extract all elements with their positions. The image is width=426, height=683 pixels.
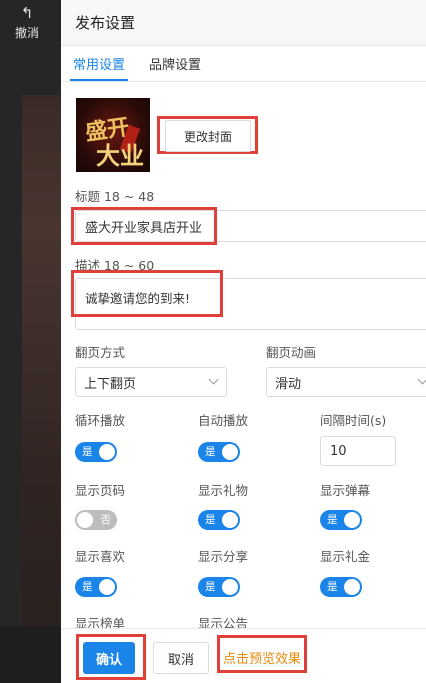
toggle-knob [344, 512, 360, 528]
change-cover-button[interactable]: 更改封面 [165, 120, 251, 152]
toggle-knob [222, 579, 238, 595]
page-anim-label: 翻页动画 [266, 345, 317, 360]
chevron-down-icon [417, 374, 426, 385]
show-share-toggle[interactable]: 是 [198, 577, 240, 597]
show-giftmoney-label: 显示礼金 [320, 549, 371, 564]
toggle-text: 是 [205, 581, 216, 593]
undo-arrow-icon: ↰ [20, 4, 34, 22]
settings-content: 盛开 大业 更改封面 标题 18 ~ 48 盛大开业家具店开业 描述 18 ~ … [71, 90, 426, 631]
confirm-button[interactable]: 确认 [83, 642, 135, 674]
page-turn-value: 上下翻页 [84, 376, 137, 392]
show-danmaku-toggle[interactable]: 是 [320, 510, 362, 530]
toggle-knob [222, 444, 238, 460]
left-sidebar: ↰ 撤消 [0, 0, 61, 683]
toggle-text: 是 [205, 446, 216, 458]
chevron-down-icon [208, 374, 219, 385]
show-gift-label: 显示礼物 [198, 483, 249, 498]
toggle-knob [99, 579, 115, 595]
panel-title: 发布设置 [75, 14, 136, 32]
show-like-label: 显示喜欢 [75, 549, 126, 564]
undo-button[interactable]: ↰ 撤消 [0, 6, 54, 41]
show-share-label: 显示分享 [198, 549, 249, 564]
auto-play-label: 自动播放 [198, 413, 249, 428]
undo-label: 撤消 [14, 26, 39, 40]
show-page-num-toggle[interactable]: 否 [75, 510, 117, 530]
loop-play-toggle[interactable]: 是 [75, 442, 117, 462]
page-turn-label: 翻页方式 [75, 345, 126, 360]
toggle-text: 是 [327, 581, 338, 593]
show-giftmoney-toggle[interactable]: 是 [320, 577, 362, 597]
show-danmaku-label: 显示弹幕 [320, 483, 371, 498]
show-page-num-label: 显示页码 [75, 483, 126, 498]
cover-row: 盛开 大业 更改封面 [75, 90, 426, 174]
show-like-toggle[interactable]: 是 [75, 577, 117, 597]
background-canvas-image [22, 95, 61, 630]
tab-common-settings[interactable]: 常用设置 [70, 54, 129, 81]
cover-thumbnail: 盛开 大业 [76, 98, 150, 172]
panel-header: 发布设置 [61, 0, 426, 46]
toggle-text: 否 [100, 514, 112, 526]
highlight-box [71, 207, 217, 245]
highlight-box [71, 270, 223, 317]
publish-settings-panel: 发布设置 常用设置 品牌设置 盛开 大业 更改封面 标题 18 ~ 48 盛大开… [61, 0, 426, 683]
page-anim-select[interactable]: 滑动 [266, 367, 426, 397]
interval-label: 间隔时间(s) [320, 413, 387, 428]
toggle-knob [222, 512, 238, 528]
loop-play-label: 循环播放 [75, 413, 126, 428]
toggle-knob [344, 579, 360, 595]
settings-tabs: 常用设置 品牌设置 [61, 46, 426, 82]
preview-button[interactable]: 点击预览效果 [221, 640, 303, 674]
toggle-text: 是 [82, 581, 93, 593]
toggle-knob [99, 444, 115, 460]
left-bottom-strip [0, 626, 61, 683]
show-gift-toggle[interactable]: 是 [198, 510, 240, 530]
page-turn-select[interactable]: 上下翻页 [75, 367, 227, 397]
toggle-text: 是 [205, 514, 216, 526]
auto-play-toggle[interactable]: 是 [198, 442, 240, 462]
title-field-label: 标题 18 ~ 48 [75, 189, 155, 204]
tab-brand-settings[interactable]: 品牌设置 [146, 54, 204, 81]
toggle-text: 是 [82, 446, 93, 458]
toggle-text: 是 [327, 514, 338, 526]
toggle-knob [77, 512, 93, 528]
cancel-button[interactable]: 取消 [153, 642, 209, 674]
interval-input[interactable]: 10 [320, 436, 396, 466]
page-anim-value: 滑动 [275, 376, 302, 392]
panel-footer: 确认 取消 点击预览效果 [61, 628, 426, 683]
